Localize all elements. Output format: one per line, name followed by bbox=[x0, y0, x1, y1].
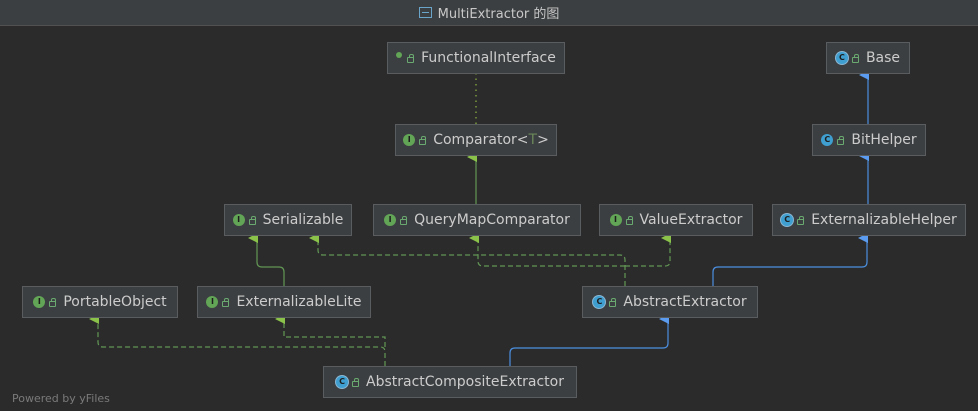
node-bithelper[interactable]: C BitHelper bbox=[812, 124, 926, 156]
node-label: ValueExtractor bbox=[639, 212, 743, 228]
node-querymapcomparator[interactable]: I QueryMapComparator bbox=[373, 204, 581, 236]
window-title: MultiExtractor 的图 bbox=[437, 7, 560, 22]
lock-icon bbox=[419, 136, 427, 145]
lock-icon bbox=[222, 298, 230, 307]
edge-abstractcompositeextractor-externalizablelite bbox=[275, 314, 386, 347]
interface-icon: I bbox=[33, 296, 46, 308]
node-externalizablehelper[interactable]: C ExternalizableHelper bbox=[772, 204, 966, 236]
node-label: PortableObject bbox=[63, 294, 167, 310]
edge-abstractextractor-querymapcomparator bbox=[469, 233, 625, 267]
lock-icon bbox=[407, 54, 415, 63]
powered-by-label: Powered by yFiles bbox=[12, 392, 110, 405]
node-label: QueryMapComparator bbox=[414, 212, 570, 228]
interface-icon: I bbox=[609, 214, 622, 226]
lock-icon bbox=[851, 54, 859, 63]
edge-abstractextractor-externalizablehelper bbox=[712, 233, 868, 286]
window-titlebar: MultiExtractor 的图 bbox=[0, 0, 978, 26]
node-label: AbstractCompositeExtractor bbox=[366, 374, 564, 390]
abstract-class-icon: C bbox=[336, 376, 349, 388]
interface-icon: I bbox=[403, 134, 416, 146]
lock-icon bbox=[352, 378, 360, 387]
edge-externalizablelite-serializable bbox=[248, 233, 285, 286]
lock-icon bbox=[248, 216, 256, 225]
diagram-icon bbox=[418, 7, 432, 18]
node-label: Base bbox=[865, 50, 901, 66]
interface-icon: I bbox=[232, 214, 245, 226]
generic-open: < bbox=[516, 132, 529, 148]
edge-abstractextractor-valueextractor bbox=[625, 233, 671, 267]
generic-param: T bbox=[528, 132, 538, 148]
abstract-class-icon: C bbox=[593, 296, 606, 308]
lock-icon bbox=[625, 216, 633, 225]
lock-icon bbox=[797, 216, 805, 225]
node-label: Comparator bbox=[433, 132, 517, 148]
node-base[interactable]: C Base bbox=[826, 42, 910, 74]
node-abstractcompositeextractor[interactable]: C AbstractCompositeExtractor bbox=[323, 366, 577, 398]
node-label: ExternalizableHelper bbox=[811, 212, 957, 228]
lock-icon bbox=[400, 216, 408, 225]
node-functionalinterface[interactable]: FunctionalInterface bbox=[387, 42, 565, 74]
interface-icon: I bbox=[384, 214, 397, 226]
edge-abstractcompositeextractor-portableobject bbox=[89, 314, 386, 366]
node-label: Serializable bbox=[262, 212, 344, 228]
abstract-class-icon: C bbox=[835, 52, 848, 64]
node-portableobject[interactable]: I PortableObject bbox=[22, 286, 178, 318]
node-valueextractor[interactable]: I ValueExtractor bbox=[599, 204, 753, 236]
node-abstractextractor[interactable]: C AbstractExtractor bbox=[582, 286, 758, 318]
diagram-canvas[interactable]: FunctionalInterface C Base I Comparator <… bbox=[0, 26, 978, 411]
abstract-class-icon: C bbox=[781, 214, 794, 226]
node-label: FunctionalInterface bbox=[421, 50, 556, 66]
edge-abstractextractor-serializable bbox=[309, 233, 626, 286]
lock-icon bbox=[49, 298, 57, 307]
class-icon: C bbox=[821, 134, 834, 146]
lock-icon bbox=[609, 298, 617, 307]
node-label: ExternalizableLite bbox=[236, 294, 362, 310]
annotation-icon bbox=[396, 52, 403, 58]
edge-abstractcompositeextractor-abstractextractor bbox=[509, 314, 669, 366]
interface-icon: I bbox=[206, 296, 219, 308]
node-externalizablelite[interactable]: I ExternalizableLite bbox=[197, 286, 371, 318]
node-comparator[interactable]: I Comparator < T > bbox=[395, 124, 557, 156]
node-serializable[interactable]: I Serializable bbox=[224, 204, 352, 236]
node-label: BitHelper bbox=[851, 132, 917, 148]
node-label: AbstractExtractor bbox=[623, 294, 747, 310]
generic-close: > bbox=[537, 132, 549, 148]
lock-icon bbox=[837, 136, 845, 145]
